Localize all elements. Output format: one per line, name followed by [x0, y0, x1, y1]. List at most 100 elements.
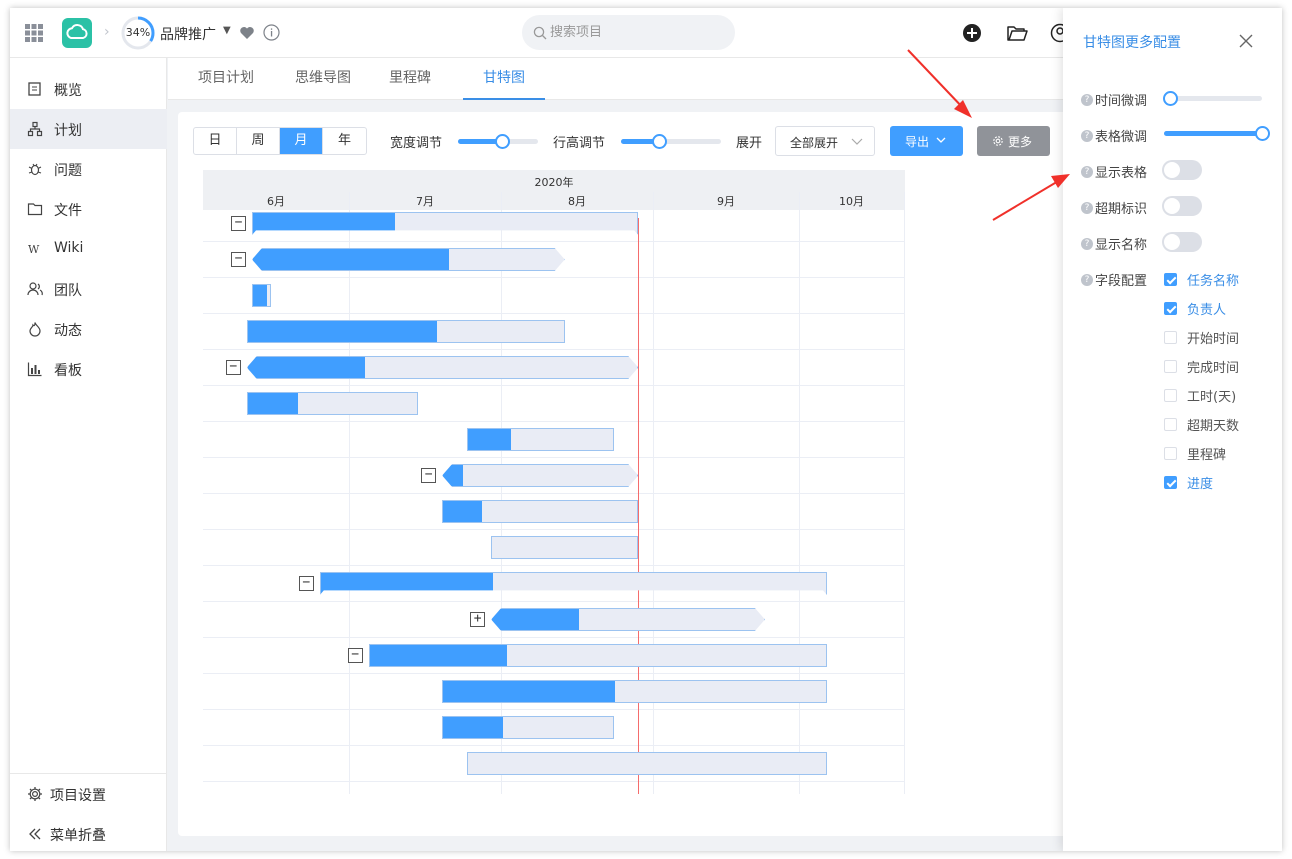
scale-month-button[interactable]: 月 [280, 128, 323, 154]
info-icon[interactable] [263, 24, 280, 41]
width-slider[interactable] [458, 134, 538, 149]
help-icon[interactable]: ? [1081, 201, 1093, 214]
field-checkbox[interactable] [1164, 447, 1177, 460]
row-height-label: 行高调节 [553, 136, 606, 151]
field-checkbox[interactable] [1164, 476, 1177, 489]
field-checkbox-row[interactable]: 负责人 [1164, 299, 1226, 318]
collapse-toggle[interactable]: − [231, 252, 246, 267]
field-checkbox-row[interactable]: 超期天数 [1164, 415, 1239, 434]
field-checkbox[interactable] [1164, 331, 1177, 344]
tab-project-plan[interactable]: 项目计划 [186, 58, 266, 100]
sidebar-item-plan[interactable]: 计划 [10, 109, 167, 149]
search-input[interactable] [550, 15, 720, 50]
folder-icon [27, 203, 43, 216]
more-label: 更多 [1008, 135, 1033, 149]
collapse-toggle[interactable]: − [298, 576, 314, 591]
field-checkbox-row[interactable]: 里程碑 [1164, 444, 1226, 463]
gantt-task-bar[interactable] [247, 356, 638, 379]
overdue-mark-switch[interactable] [1162, 196, 1202, 216]
time-fine-slider-handle[interactable] [1163, 91, 1178, 106]
close-icon[interactable] [1239, 34, 1253, 48]
collapse-menu-label: 菜单折叠 [50, 828, 106, 844]
table-fine-text: 表格微调 [1095, 130, 1148, 145]
gantt-task-bar[interactable] [246, 320, 565, 343]
row-height-slider[interactable] [621, 134, 721, 149]
expand-label: 展开 [736, 136, 763, 151]
gantt-task-bar[interactable] [442, 716, 614, 739]
export-label: 导出 [905, 135, 930, 149]
collapse-toggle[interactable]: − [421, 468, 437, 483]
sidebar-item-label: 看板 [54, 363, 82, 379]
sidebar-item-files[interactable]: 文件 [10, 189, 167, 229]
gantt-task-bar[interactable] [442, 680, 827, 703]
gantt-task-bar[interactable] [246, 392, 418, 415]
svg-text:W: W [28, 243, 40, 256]
show-name-label: ? 显示名称 [1081, 234, 1147, 253]
collapse-toggle[interactable]: − [231, 216, 246, 231]
field-checkbox-row[interactable]: 进度 [1164, 473, 1213, 492]
help-icon[interactable]: ? [1081, 165, 1093, 178]
field-checkbox[interactable] [1164, 418, 1177, 431]
project-settings-button[interactable]: 项目设置 [10, 774, 167, 814]
gantt-task-bar[interactable] [442, 500, 639, 523]
collapse-menu-button[interactable]: 菜单折叠 [10, 814, 167, 851]
heart-icon[interactable] [239, 25, 255, 41]
project-name[interactable]: 品牌推广 [160, 24, 216, 44]
gantt-task-bar[interactable] [466, 752, 827, 775]
gantt-panel: 日 周 月 年 宽度调节 行高调节 展开 全部展开 导出 更多 2020年 6月… [178, 112, 1073, 836]
scale-day-button[interactable]: 日 [194, 128, 237, 154]
gantt-task-bar[interactable] [442, 464, 638, 487]
expand-select[interactable]: 全部展开 [775, 126, 875, 156]
gantt-task-bar[interactable] [491, 608, 765, 631]
expand-toggle[interactable]: + [470, 612, 486, 627]
field-checkbox[interactable] [1164, 360, 1177, 373]
scale-week-button[interactable]: 周 [237, 128, 280, 154]
field-checkbox-row[interactable]: 工时(天) [1164, 386, 1236, 405]
sidebar-item-team[interactable]: 团队 [10, 269, 167, 309]
more-button[interactable]: 更多 [977, 126, 1050, 156]
gantt-task-bar[interactable] [252, 284, 272, 307]
caret-down-icon[interactable]: ▼ [223, 25, 231, 36]
tab-mind-map[interactable]: 思维导图 [283, 58, 363, 100]
sidebar-item-activity[interactable]: 动态 [10, 309, 167, 349]
gantt-task-bar[interactable] [466, 428, 614, 451]
row-height-slider-handle[interactable] [652, 134, 667, 149]
help-icon[interactable]: ? [1081, 129, 1093, 142]
show-name-switch[interactable] [1162, 232, 1202, 252]
field-checkbox-row[interactable]: 完成时间 [1164, 357, 1239, 376]
activity-icon [29, 322, 41, 337]
sidebar-item-wiki[interactable]: W Wiki [10, 229, 167, 269]
field-checkbox[interactable] [1164, 273, 1177, 286]
cloud-logo-icon[interactable] [62, 18, 92, 48]
scale-year-button[interactable]: 年 [323, 128, 366, 154]
field-checkbox[interactable] [1164, 389, 1177, 402]
width-slider-handle[interactable] [495, 134, 510, 149]
gantt-task-bar[interactable] [368, 644, 827, 667]
tab-milestones[interactable]: 里程碑 [381, 58, 439, 100]
help-icon[interactable]: ? [1081, 93, 1093, 106]
field-checkbox[interactable] [1164, 302, 1177, 315]
help-icon[interactable]: ? [1081, 273, 1093, 286]
help-icon[interactable]: ? [1081, 237, 1093, 250]
gantt-task-bar[interactable] [491, 536, 639, 559]
table-fine-slider-handle[interactable] [1255, 126, 1270, 141]
show-table-switch[interactable] [1162, 160, 1202, 180]
table-fine-slider[interactable] [1164, 126, 1270, 141]
folder-icon[interactable] [1006, 23, 1028, 43]
gear-icon [28, 787, 42, 801]
field-checkbox-row[interactable]: 开始时间 [1164, 328, 1239, 347]
collapse-toggle[interactable]: − [225, 360, 241, 375]
export-button[interactable]: 导出 [890, 126, 963, 156]
sidebar-item-board[interactable]: 看板 [10, 349, 167, 389]
gantt-task-bar[interactable] [252, 248, 565, 271]
sidebar-item-issues[interactable]: 问题 [10, 149, 167, 189]
field-checkbox-row[interactable]: 任务名称 [1164, 270, 1239, 289]
apps-grid-icon[interactable] [24, 23, 44, 43]
add-icon[interactable] [962, 23, 982, 43]
tab-gantt[interactable]: 甘特图 [463, 58, 545, 100]
collapse-toggle[interactable]: − [347, 648, 363, 663]
search-box[interactable] [522, 15, 735, 50]
time-fine-slider[interactable] [1163, 91, 1262, 106]
sidebar-item-label: 概览 [54, 83, 82, 99]
sidebar-item-overview[interactable]: 概览 [10, 69, 167, 109]
